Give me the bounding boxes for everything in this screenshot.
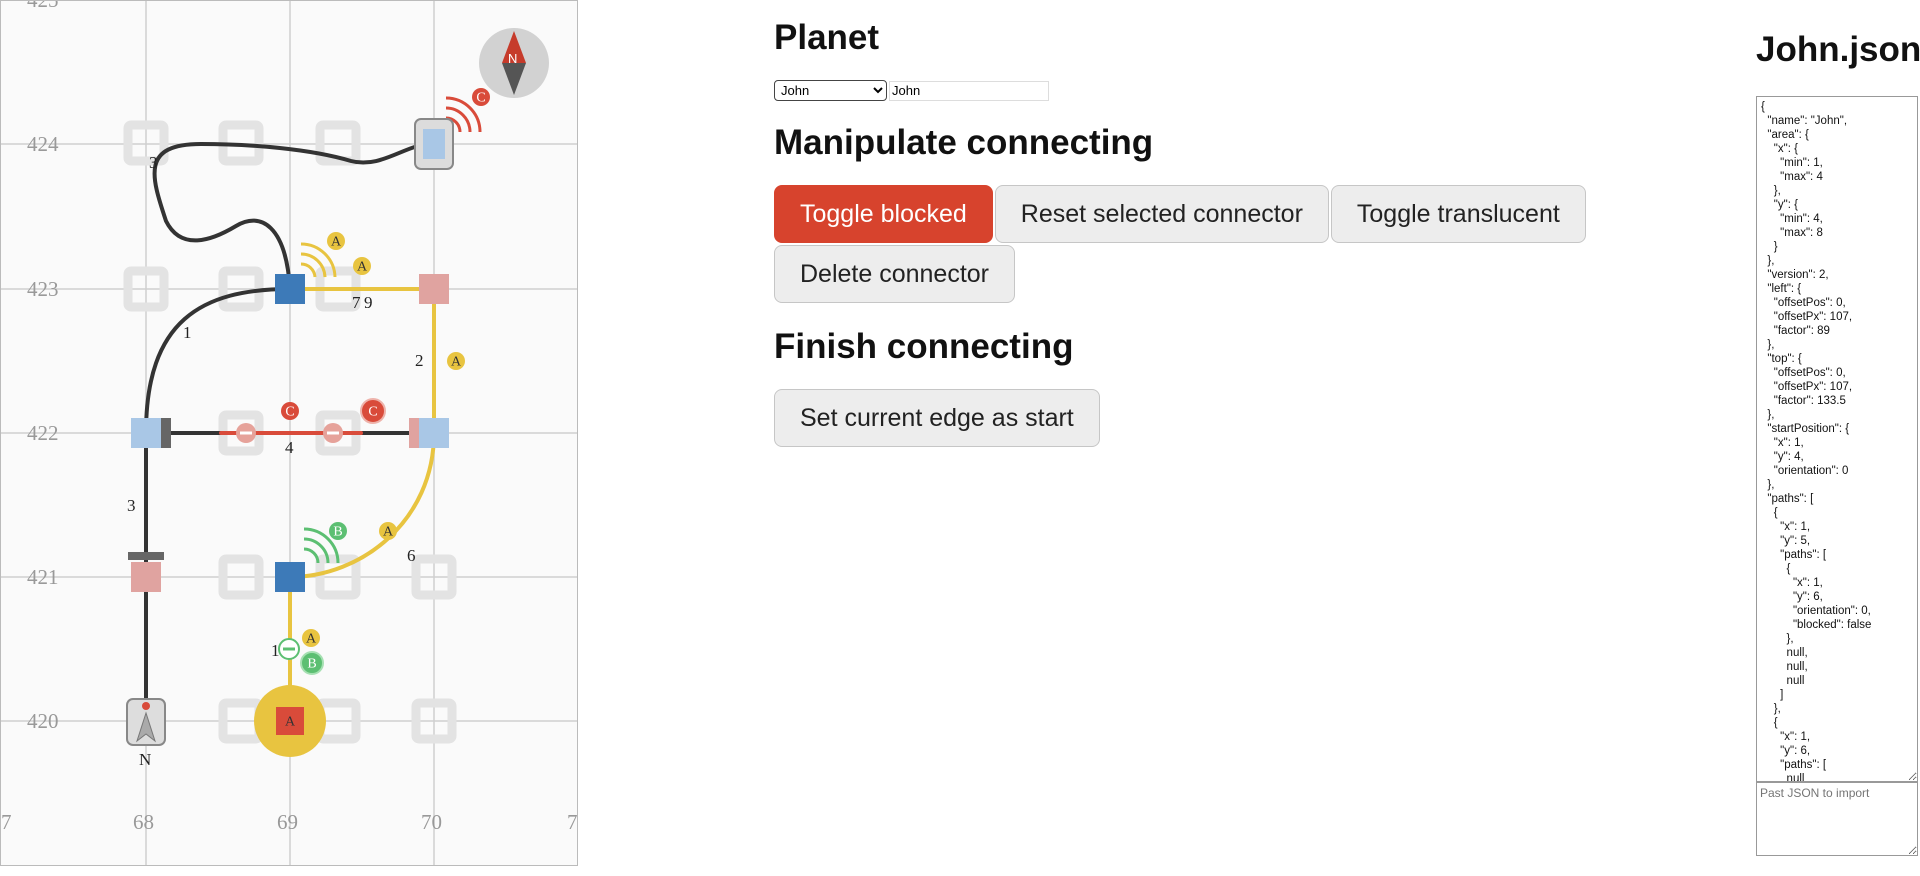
badge: A xyxy=(383,525,394,540)
finish-heading: Finish connecting xyxy=(774,327,1074,366)
planet-name-input[interactable] xyxy=(889,80,1049,101)
node[interactable] xyxy=(131,562,161,592)
y-label: 422 xyxy=(27,421,59,445)
y-axis-labels: 425 424 423 422 421 420 xyxy=(27,1,59,733)
y-label: 421 xyxy=(27,565,59,589)
json-panel: John.json xyxy=(1756,30,1920,70)
toggle-translucent-button[interactable]: Toggle translucent xyxy=(1330,185,1586,243)
json-import-input[interactable] xyxy=(1756,782,1918,856)
x-label: 7 xyxy=(1,810,12,834)
path-edge[interactable] xyxy=(144,287,292,435)
json-file-title: John.json xyxy=(1756,30,1920,69)
robot-icon[interactable] xyxy=(414,118,454,170)
planet-select[interactable]: John xyxy=(774,80,887,101)
node[interactable] xyxy=(419,418,449,448)
y-label: 420 xyxy=(27,709,59,733)
y-label: 424 xyxy=(27,132,59,156)
badge: B xyxy=(333,525,342,540)
badge: B xyxy=(307,657,316,672)
node[interactable] xyxy=(131,418,161,448)
path-label: 1 xyxy=(183,323,192,342)
manipulate-buttons: Toggle blocked Reset selected connector … xyxy=(774,185,1634,305)
planet-heading: Planet xyxy=(774,18,880,57)
y-label: 425 xyxy=(27,1,59,12)
x-label: 68 xyxy=(133,810,154,834)
path-label: 3 xyxy=(127,496,136,515)
node[interactable] xyxy=(275,562,305,592)
path-label: 9 xyxy=(364,293,373,312)
badges: A A A C C B A A B C A xyxy=(281,88,490,730)
badge: C xyxy=(368,405,377,420)
robot-icon[interactable] xyxy=(126,698,166,746)
path-edge[interactable] xyxy=(152,141,433,291)
x-label: 70 xyxy=(421,810,442,834)
badge: A xyxy=(451,355,462,370)
controls-panel: Planet John Manipulate connecting Toggle… xyxy=(774,18,1634,449)
map-canvas[interactable]: 425 424 423 422 421 420 7 68 69 70 7 xyxy=(1,1,578,866)
badge: A xyxy=(285,715,296,730)
compass-icon: N xyxy=(479,28,549,98)
path-label: 2 xyxy=(415,351,424,370)
delete-connector-button[interactable]: Delete connector xyxy=(774,245,1016,303)
signal-arcs xyxy=(300,96,482,564)
badge: A xyxy=(331,235,342,250)
node[interactable] xyxy=(419,274,449,304)
node-bumper xyxy=(161,418,171,448)
manipulate-heading: Manipulate connecting xyxy=(774,123,1154,162)
path-label: 7 xyxy=(352,293,361,312)
compass-label: N xyxy=(508,51,517,66)
node-bumper xyxy=(128,552,164,560)
path-label: 3 xyxy=(149,153,158,172)
set-start-edge-button[interactable]: Set current edge as start xyxy=(774,389,1100,447)
badge: A xyxy=(306,632,317,647)
node[interactable] xyxy=(275,274,305,304)
badge: C xyxy=(285,405,294,420)
finish-buttons: Set current edge as start xyxy=(774,389,1634,449)
planet-map[interactable]: 425 424 423 422 421 420 7 68 69 70 7 xyxy=(0,0,578,866)
path-label: 1 xyxy=(271,641,280,660)
path-label: 6 xyxy=(407,546,416,565)
json-output[interactable]: { "name": "John", "area": { "x": { "min"… xyxy=(1756,96,1918,782)
badge: A xyxy=(357,260,368,275)
planet-selector-row: John xyxy=(774,80,1634,101)
robot-heading-label: N xyxy=(139,750,151,769)
toggle-blocked-button[interactable]: Toggle blocked xyxy=(774,185,993,243)
badge: C xyxy=(476,91,485,106)
x-label: 7 xyxy=(567,810,578,834)
reset-selected-connector-button[interactable]: Reset selected connector xyxy=(994,185,1329,243)
x-label: 69 xyxy=(277,810,298,834)
y-label: 423 xyxy=(27,277,59,301)
node-bumper xyxy=(409,418,419,448)
path-label: 4 xyxy=(285,438,294,457)
x-axis-labels: 7 68 69 70 7 xyxy=(1,810,578,834)
